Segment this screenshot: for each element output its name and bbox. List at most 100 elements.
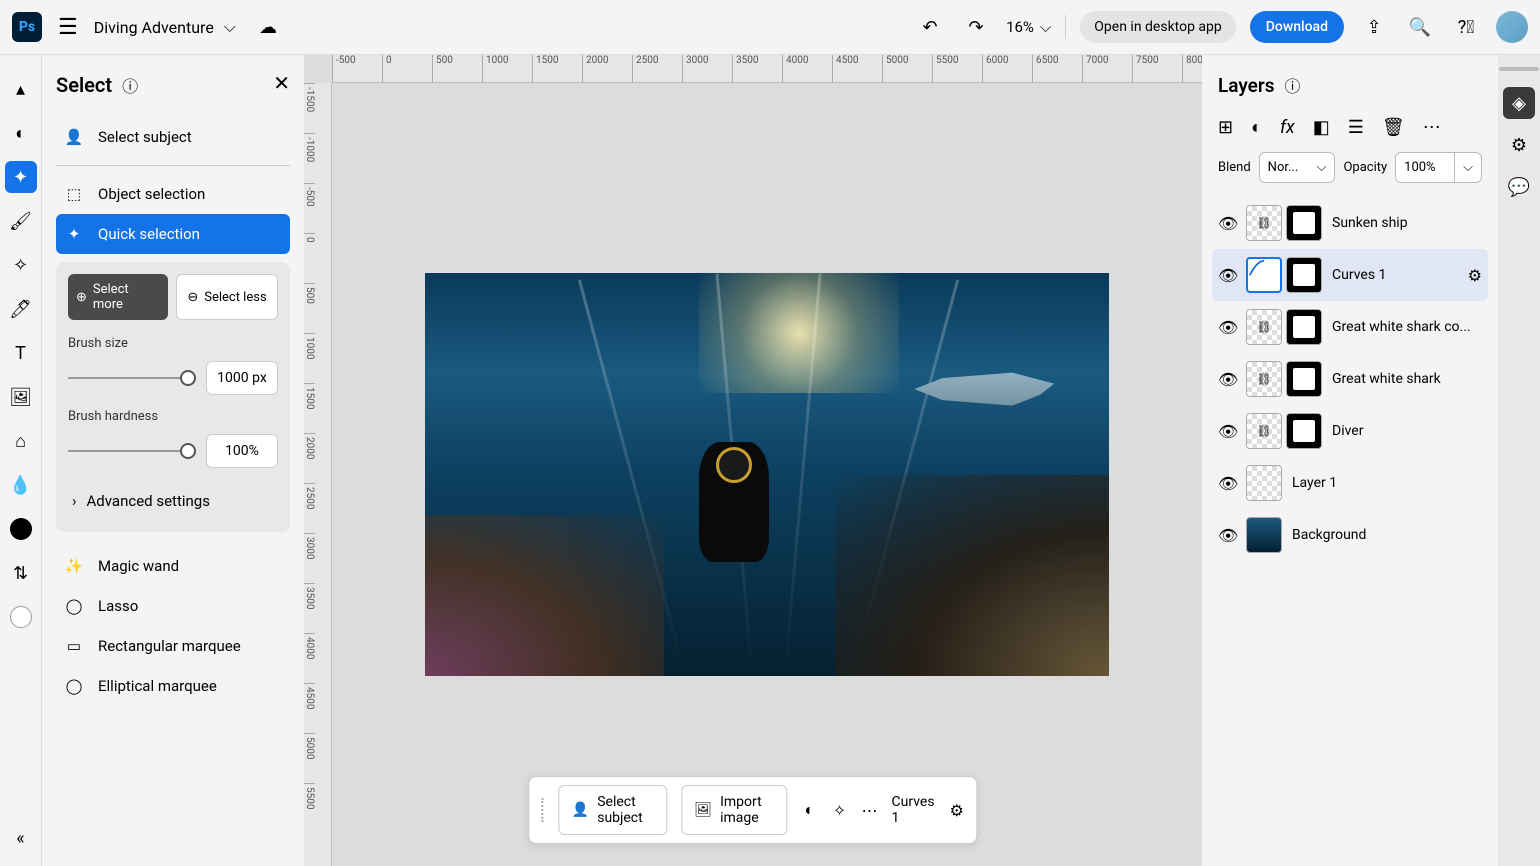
swap-colors-icon[interactable]: ⇅ bbox=[5, 557, 37, 589]
ctx-select-subject-label: Select subject bbox=[597, 794, 654, 826]
ai-tool[interactable]: ✧ bbox=[5, 249, 37, 281]
layer-mask-thumb[interactable] bbox=[1286, 257, 1322, 293]
layer-mask-thumb[interactable] bbox=[1286, 361, 1322, 397]
settings-sliders-icon[interactable]: ⚙ bbox=[949, 799, 965, 821]
blend-mode-select[interactable]: Nor... ⌵ bbox=[1259, 152, 1336, 183]
artwork-image bbox=[425, 273, 1109, 676]
mask-icon[interactable]: ◧ bbox=[1313, 117, 1330, 138]
info-icon[interactable]: ⓘ bbox=[1284, 73, 1300, 97]
layer-thumb[interactable] bbox=[1246, 413, 1282, 449]
visibility-toggle-icon[interactable]: 👁 bbox=[1218, 526, 1236, 545]
layers-tab-icon[interactable]: ◈ bbox=[1503, 87, 1535, 119]
layer-row[interactable]: 👁Great white shark co... bbox=[1212, 301, 1488, 353]
rect-marquee-item[interactable]: ▭ Rectangular marquee bbox=[56, 626, 290, 666]
crop-tool[interactable]: ⌂ bbox=[5, 425, 37, 457]
drag-handle-icon[interactable] bbox=[541, 798, 544, 822]
layer-settings-icon[interactable]: ⚙ bbox=[1468, 266, 1482, 285]
layer-stack-icon[interactable]: ☰ bbox=[1348, 117, 1364, 138]
visibility-toggle-icon[interactable]: 👁 bbox=[1218, 474, 1236, 493]
layer-thumb[interactable] bbox=[1246, 257, 1282, 293]
layer-name-label: Sunken ship bbox=[1332, 215, 1482, 231]
adjust-tool[interactable]: ◐ bbox=[5, 117, 37, 149]
close-icon[interactable]: ✕ bbox=[273, 71, 290, 95]
undo-icon[interactable]: ↶ bbox=[914, 11, 946, 43]
layer-row[interactable]: 👁Diver bbox=[1212, 405, 1488, 457]
comments-tab-icon[interactable]: 💬 bbox=[1503, 171, 1535, 203]
cloud-icon[interactable]: ☁ bbox=[252, 11, 284, 43]
visibility-toggle-icon[interactable]: 👁 bbox=[1218, 422, 1236, 441]
add-layer-icon[interactable]: ⊞ bbox=[1218, 117, 1233, 138]
brush-hardness-input[interactable] bbox=[206, 434, 278, 468]
ai-sparkle-icon[interactable]: ✧ bbox=[831, 799, 847, 821]
layer-thumb[interactable] bbox=[1246, 361, 1282, 397]
layer-row[interactable]: 👁Layer 1 bbox=[1212, 457, 1488, 509]
advanced-settings-toggle[interactable]: › Advanced settings bbox=[68, 482, 278, 520]
properties-tab-icon[interactable]: ⚙ bbox=[1503, 129, 1535, 161]
open-desktop-button[interactable]: Open in desktop app bbox=[1080, 11, 1235, 43]
layer-mask-thumb[interactable] bbox=[1286, 205, 1322, 241]
select-subject-item[interactable]: 👤 Select subject bbox=[56, 117, 290, 157]
layer-row[interactable]: 👁Background bbox=[1212, 509, 1488, 561]
layer-row[interactable]: 👁Curves 1⚙ bbox=[1212, 249, 1488, 301]
zoom-control[interactable]: 16% ⌵ bbox=[1006, 18, 1051, 36]
select-tool[interactable]: ✦ bbox=[5, 161, 37, 193]
select-less-button[interactable]: ⊖ Select less bbox=[176, 274, 278, 320]
layer-row[interactable]: 👁Great white shark bbox=[1212, 353, 1488, 405]
layer-thumb[interactable] bbox=[1246, 465, 1282, 501]
document-title[interactable]: Diving Adventure ⌵ bbox=[94, 17, 236, 37]
brush-tool[interactable]: 🖌 bbox=[5, 205, 37, 237]
app-logo[interactable]: Ps bbox=[12, 12, 42, 42]
layer-thumb[interactable] bbox=[1246, 517, 1282, 553]
visibility-toggle-icon[interactable]: 👁 bbox=[1218, 266, 1236, 285]
text-tool[interactable]: T bbox=[5, 337, 37, 369]
hamburger-menu-icon[interactable]: ☰ bbox=[58, 15, 78, 40]
select-more-button[interactable]: ⊕ Select more bbox=[68, 274, 168, 320]
quick-selection-item[interactable]: ✦ Quick selection bbox=[56, 214, 290, 254]
adjust-icon[interactable]: ◐ bbox=[801, 799, 817, 821]
more-icon[interactable]: ⋯ bbox=[1423, 117, 1441, 138]
help-icon[interactable]: ?⃝ bbox=[1450, 11, 1482, 43]
layer-thumb[interactable] bbox=[1246, 309, 1282, 345]
visibility-toggle-icon[interactable]: 👁 bbox=[1218, 214, 1236, 233]
rail-drag-handle[interactable] bbox=[1499, 67, 1539, 71]
image-tool[interactable]: 🖼 bbox=[5, 381, 37, 413]
chevron-right-icon: › bbox=[72, 492, 77, 510]
collapse-tools-icon[interactable]: « bbox=[5, 822, 37, 854]
download-button[interactable]: Download bbox=[1250, 11, 1344, 43]
chevron-down-icon[interactable]: ⌵ bbox=[1454, 153, 1481, 182]
visibility-toggle-icon[interactable]: 👁 bbox=[1218, 318, 1236, 337]
layer-row[interactable]: 👁 Sunken ship bbox=[1212, 197, 1488, 249]
layer-mask-thumb[interactable] bbox=[1286, 413, 1322, 449]
object-selection-item[interactable]: ⬚ Object selection bbox=[56, 174, 290, 214]
info-icon[interactable]: ⓘ bbox=[122, 73, 138, 97]
redo-icon[interactable]: ↷ bbox=[960, 11, 992, 43]
layer-thumb[interactable] bbox=[1246, 205, 1282, 241]
layer-mask-thumb[interactable] bbox=[1286, 309, 1322, 345]
lasso-item[interactable]: ◯ Lasso bbox=[56, 586, 290, 626]
brush-size-input[interactable] bbox=[206, 361, 278, 395]
fx-icon[interactable]: fx bbox=[1280, 117, 1295, 138]
canvas-viewport[interactable] bbox=[332, 83, 1202, 866]
visibility-toggle-icon[interactable]: 👁 bbox=[1218, 370, 1236, 389]
move-tool[interactable]: ▴ bbox=[5, 73, 37, 105]
ellipse-marquee-item[interactable]: ◯ Elliptical marquee bbox=[56, 666, 290, 706]
brush-size-slider[interactable] bbox=[68, 377, 196, 379]
ctx-select-subject-button[interactable]: 👤 Select subject bbox=[559, 785, 668, 835]
search-icon[interactable]: 🔍 bbox=[1404, 11, 1436, 43]
magic-wand-item[interactable]: ✨ Magic wand bbox=[56, 546, 290, 586]
share-icon[interactable]: ⇪ bbox=[1358, 11, 1390, 43]
more-icon[interactable]: ⋯ bbox=[861, 799, 877, 821]
opacity-control[interactable]: 100% ⌵ bbox=[1395, 152, 1482, 183]
vertical-ruler[interactable]: -1500-1000-50005001000150020002500300035… bbox=[304, 83, 332, 866]
foreground-color[interactable] bbox=[5, 513, 37, 545]
trash-icon[interactable]: 🗑 bbox=[1382, 117, 1405, 138]
adjustment-layer-icon[interactable]: ◐ bbox=[1251, 117, 1262, 138]
user-avatar[interactable] bbox=[1496, 11, 1528, 43]
background-color[interactable] bbox=[5, 601, 37, 633]
ctx-import-image-label: Import image bbox=[720, 794, 774, 826]
brush-hardness-slider[interactable] bbox=[68, 450, 196, 452]
ctx-import-image-button[interactable]: 🖼 Import image bbox=[681, 785, 787, 835]
eyedropper-tool[interactable]: 💧 bbox=[5, 469, 37, 501]
horizontal-ruler[interactable]: -500050010001500200025003000350040004500… bbox=[332, 55, 1202, 83]
paint-tool[interactable]: 🖊 bbox=[5, 293, 37, 325]
